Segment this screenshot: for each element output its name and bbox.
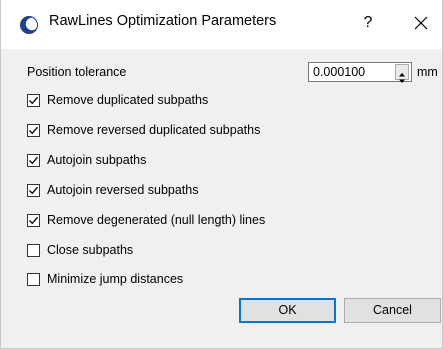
- checkbox-label: Autojoin reversed subpaths: [47, 183, 199, 197]
- option-remove-degenerated[interactable]: Remove degenerated (null length) lines: [27, 211, 265, 229]
- spin-down-button[interactable]: [396, 72, 408, 83]
- checkbox[interactable]: [27, 213, 40, 227]
- checkbox[interactable]: [27, 93, 40, 107]
- checkbox-label: Minimize jump distances: [47, 272, 184, 286]
- checkbox[interactable]: [27, 272, 40, 286]
- checkbox[interactable]: [27, 123, 40, 137]
- checkmark-icon: [29, 96, 38, 104]
- dialog-body: Position tolerance mm: [1, 49, 442, 348]
- cancel-button[interactable]: Cancel: [344, 298, 441, 323]
- checkbox-label: Close subpaths: [47, 243, 134, 257]
- close-button[interactable]: [406, 8, 436, 38]
- checkbox-label: Remove duplicated subpaths: [47, 93, 209, 107]
- option-close-subpaths[interactable]: Close subpaths: [27, 241, 133, 259]
- position-tolerance-input[interactable]: [309, 63, 393, 81]
- option-remove-reversed-duplicated[interactable]: Remove reversed duplicated subpaths: [27, 121, 260, 139]
- checkbox[interactable]: [27, 153, 40, 167]
- title-bar: RawLines Optimization Parameters ?: [1, 0, 442, 49]
- ok-button[interactable]: OK: [239, 298, 336, 323]
- checkbox-label: Autojoin subpaths: [47, 153, 147, 167]
- option-autojoin-reversed[interactable]: Autojoin reversed subpaths: [27, 181, 198, 199]
- help-button[interactable]: ?: [353, 8, 383, 38]
- checkmark-icon: [29, 186, 38, 194]
- checkmark-icon: [29, 126, 38, 134]
- checkmark-icon: [29, 156, 38, 164]
- tolerance-unit: mm: [417, 65, 438, 79]
- spin-buttons: [395, 64, 409, 83]
- spin-up-button[interactable]: [396, 65, 408, 77]
- option-minimize-jump[interactable]: Minimize jump distances: [27, 270, 183, 288]
- checkbox[interactable]: [27, 243, 40, 257]
- checkbox-label: Remove degenerated (null length) lines: [47, 213, 266, 227]
- checkbox-label: Remove reversed duplicated subpaths: [47, 123, 261, 137]
- close-icon: [414, 14, 428, 31]
- app-logo-icon: [20, 16, 39, 34]
- window-title: RawLines Optimization Parameters: [49, 13, 277, 29]
- checkbox[interactable]: [27, 183, 40, 197]
- checkmark-icon: [29, 216, 38, 224]
- optimization-dialog: RawLines Optimization Parameters ? Posit…: [0, 0, 443, 349]
- position-tolerance-label: Position tolerance: [27, 65, 127, 79]
- position-tolerance-spinbox[interactable]: [308, 62, 412, 83]
- option-autojoin[interactable]: Autojoin subpaths: [27, 151, 146, 169]
- chevron-down-icon: [399, 79, 405, 83]
- option-remove-duplicated[interactable]: Remove duplicated subpaths: [27, 91, 208, 109]
